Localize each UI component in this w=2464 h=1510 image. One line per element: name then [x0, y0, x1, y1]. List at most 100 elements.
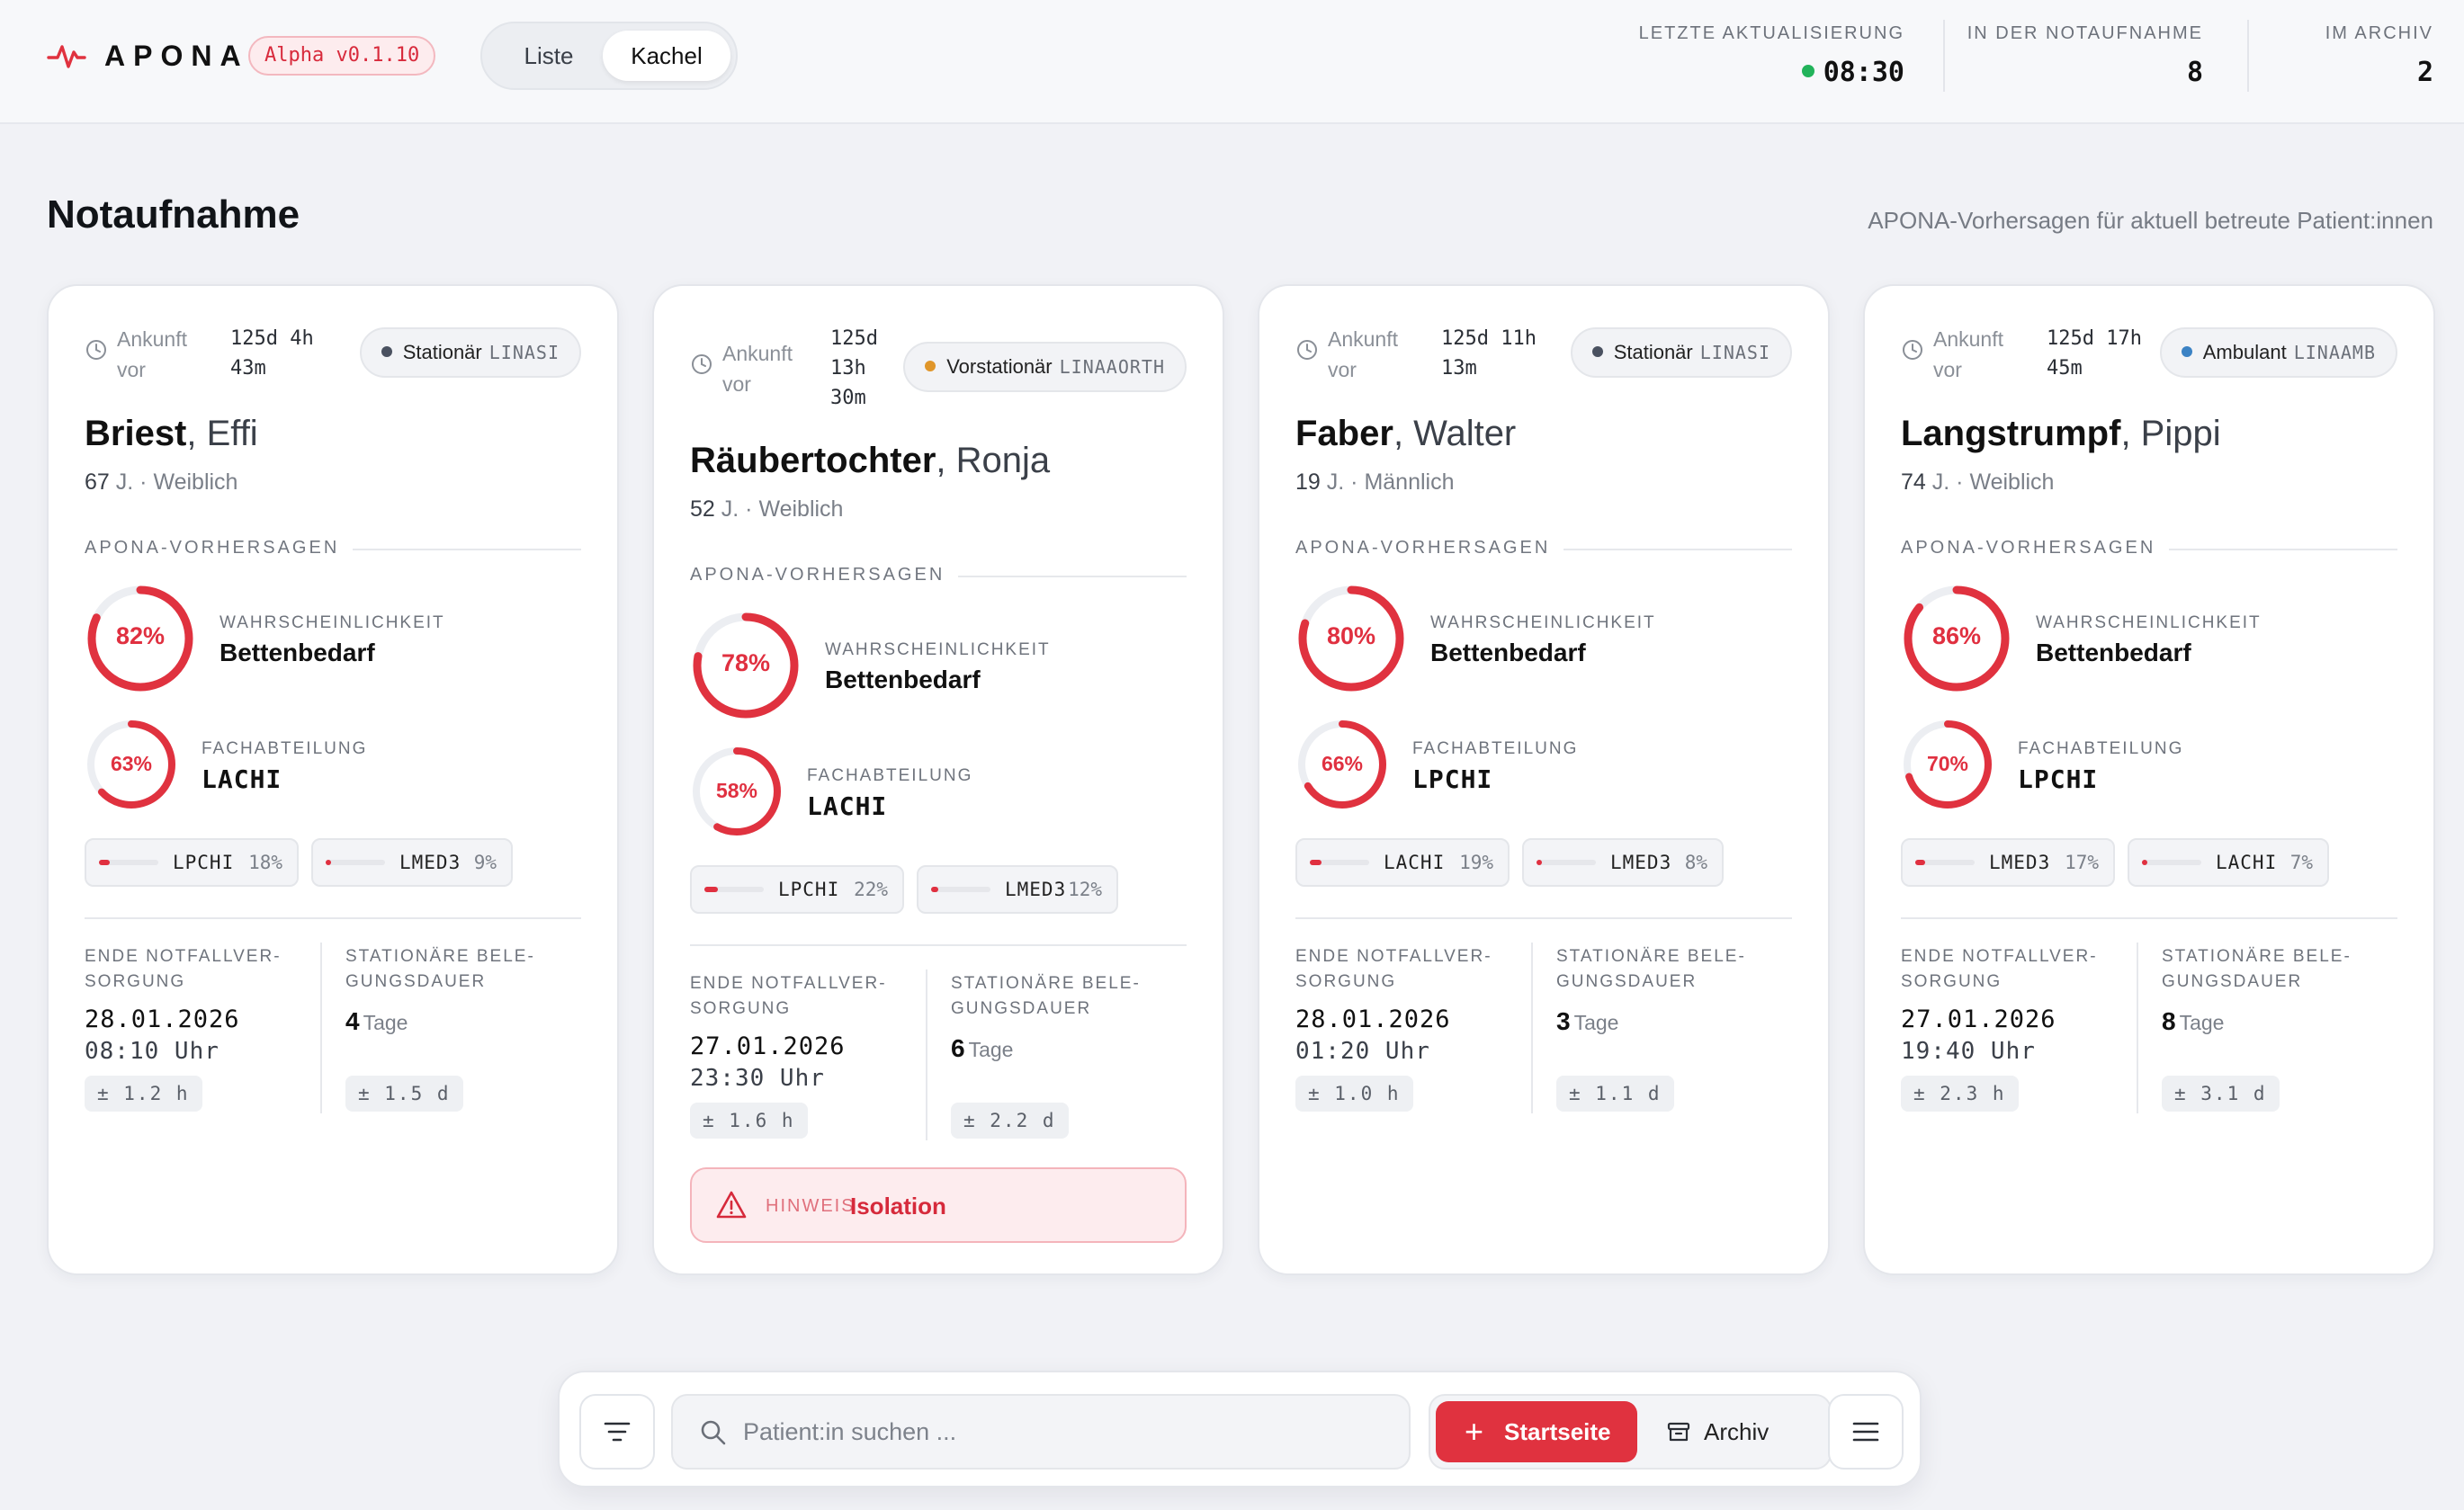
- alt-department-code: LACHI: [2216, 852, 2278, 873]
- predictions-heading: APONA-VORHERSAGEN: [1295, 538, 1551, 558]
- stay-duration-uncertainty: ± 2.2 d: [951, 1103, 1069, 1139]
- alt-department-pct: 18%: [248, 852, 282, 873]
- alt-department-chip[interactable]: LMED3 17%: [1901, 838, 2115, 887]
- stay-duration-value: 8 Tage: [2162, 1007, 2224, 1036]
- column-divider: [2137, 943, 2138, 1113]
- patient-card[interactable]: Ankunft vor 125d 13h 30m Vorstationär LIN…: [652, 284, 1224, 1275]
- alt-department-code: LMED3: [1005, 879, 1067, 900]
- status-code: LINASI: [488, 342, 560, 363]
- filter-button[interactable]: [579, 1394, 655, 1470]
- patient-card[interactable]: Ankunft vor 125d 11h 13m Stationär LINASI…: [1258, 284, 1830, 1275]
- alt-department-chip[interactable]: LPCHI 22%: [690, 865, 904, 914]
- patient-meta: 19 J. · Männlich: [1295, 469, 1455, 495]
- archive-stat-label: IM ARCHIV: [2325, 23, 2433, 43]
- arrival-label: Ankunft vor: [722, 342, 793, 396]
- department-value: LPCHI: [2018, 764, 2099, 794]
- end-care-label: ENDE NOTFALLVER-SORGUNG: [690, 974, 887, 1018]
- patient-age: 74: [1901, 469, 1926, 495]
- bed-need-label: Bettenbedarf: [2036, 639, 2191, 666]
- arrival-time-line2: 13m: [1441, 357, 1477, 380]
- arrival-time: 125d 13h 30m: [830, 324, 878, 413]
- last-update-value: 08:30: [1823, 57, 1904, 88]
- archive-button[interactable]: Archiv: [1657, 1401, 1819, 1462]
- bottom-toolbar: + Startseite Archiv: [558, 1371, 1922, 1488]
- arrival-time: 125d 4h 43m: [230, 324, 314, 383]
- end-care-time: 01:20 Uhr: [1295, 1038, 1430, 1065]
- view-list-button[interactable]: Liste: [495, 31, 603, 81]
- bed-probability-value: 78%: [721, 649, 771, 676]
- end-care-time: 19:40 Uhr: [1901, 1038, 2036, 1065]
- alt-probability-bar: [1915, 860, 1975, 865]
- end-care-uncertainty: ± 1.6 h: [690, 1103, 808, 1139]
- dept-probability-value: 66%: [1321, 752, 1364, 775]
- stay-days-unit: Tage: [968, 1038, 1014, 1061]
- patient-card[interactable]: Ankunft vor 125d 4h 43m Stationär LINASI …: [47, 284, 619, 1275]
- archive-button-label: Archiv: [1704, 1418, 1770, 1445]
- stay-duration-value: 6 Tage: [951, 1034, 1013, 1063]
- department-value: LACHI: [807, 791, 888, 821]
- alt-probability-bar: [704, 887, 764, 892]
- arrival-time-line2: 43m: [230, 357, 266, 380]
- status-dot: [1591, 346, 1603, 357]
- alt-department-chip[interactable]: LPCHI 18%: [85, 838, 299, 887]
- end-care-date: 28.01.2026: [1295, 1005, 1451, 1033]
- patient-age: 52: [690, 496, 715, 522]
- alt-department-chip[interactable]: LMED3 8%: [1522, 838, 1724, 887]
- page-subtitle: APONA-Vorhersagen für aktuell betreute P…: [1868, 207, 2433, 234]
- alt-department-chip[interactable]: LMED3 9%: [311, 838, 513, 887]
- stay-days-unit: Tage: [363, 1011, 408, 1034]
- patient-age-unit: J.: [1931, 469, 1950, 495]
- arrival-time-line1: 125d: [830, 327, 878, 350]
- card-divider: [690, 944, 1187, 946]
- start-button[interactable]: + Startseite: [1436, 1401, 1637, 1462]
- alt-probability-fill: [704, 887, 718, 892]
- section-divider: [2169, 549, 2397, 550]
- bed-probability-ring: 80%: [1295, 583, 1407, 694]
- patient-first-name: Effi: [206, 414, 258, 453]
- alt-probability-bar: [1537, 860, 1596, 865]
- search-input[interactable]: [743, 1408, 1391, 1455]
- patient-age: 19: [1295, 469, 1321, 495]
- probability-label: WAHRSCHEINLICHKEIT: [825, 640, 1051, 659]
- patient-last-name: Briest: [85, 414, 187, 453]
- stay-days-number: 3: [1556, 1007, 1571, 1035]
- arrival-label: Ankunft vor: [1933, 327, 2003, 381]
- patient-first-name: Walter: [1413, 414, 1517, 453]
- view-tile-button[interactable]: Kachel: [603, 31, 730, 81]
- department-label: FACHABTEILUNG: [807, 766, 973, 785]
- alt-probability-fill: [99, 860, 110, 865]
- arrival-time-line1: 125d 4h: [230, 327, 314, 350]
- patient-card[interactable]: Ankunft vor 125d 17h 45m Ambulant LINAAMB…: [1863, 284, 2435, 1275]
- bed-probability-ring: 78%: [690, 610, 802, 721]
- arrival-label: Ankunft vor: [1328, 327, 1398, 381]
- alt-department-chip[interactable]: LMED3 12%: [917, 865, 1118, 914]
- status-label: Stationär: [402, 341, 482, 363]
- column-divider: [926, 969, 927, 1140]
- live-status-dot: [1801, 65, 1814, 77]
- stay-days-unit: Tage: [1573, 1011, 1619, 1034]
- alt-department-chip[interactable]: LACHI 7%: [2128, 838, 2329, 887]
- predictions-heading: APONA-VORHERSAGEN: [1901, 538, 2156, 558]
- department-value: LACHI: [202, 764, 282, 794]
- menu-button[interactable]: [1828, 1394, 1904, 1470]
- view-toggle: Liste Kachel: [480, 22, 738, 90]
- alt-probability-bar: [2142, 860, 2201, 865]
- in-er-label: IN DER NOTAUFNAHME: [1967, 23, 2203, 43]
- patient-meta: 74 J. · Weiblich: [1901, 469, 2055, 495]
- probability-label: WAHRSCHEINLICHKEIT: [220, 613, 445, 632]
- patient-sex: Weiblich: [758, 496, 844, 522]
- card-content: Ankunft vor 125d 11h 13m Stationär LINASI…: [1295, 286, 1792, 1273]
- alt-department-code: LPCHI: [778, 879, 840, 900]
- arrival-time-line1: 125d 17h: [2047, 327, 2142, 350]
- stat-divider: [1943, 20, 1945, 92]
- patient-first-name: Pippi: [2140, 414, 2221, 453]
- bed-need-label: Bettenbedarf: [1430, 639, 1586, 666]
- bed-need-label: Bettenbedarf: [220, 639, 375, 666]
- pulse-logo-icon: [47, 45, 86, 68]
- status-pill: Stationär LINASI: [359, 327, 581, 378]
- patient-meta: 52 J. · Weiblich: [690, 496, 844, 522]
- bed-need-label: Bettenbedarf: [825, 666, 981, 693]
- alt-department-chip[interactable]: LACHI 19%: [1295, 838, 1510, 887]
- arrival-time: 125d 17h 45m: [2047, 324, 2142, 383]
- status-code: LINAAORTH: [1059, 356, 1165, 378]
